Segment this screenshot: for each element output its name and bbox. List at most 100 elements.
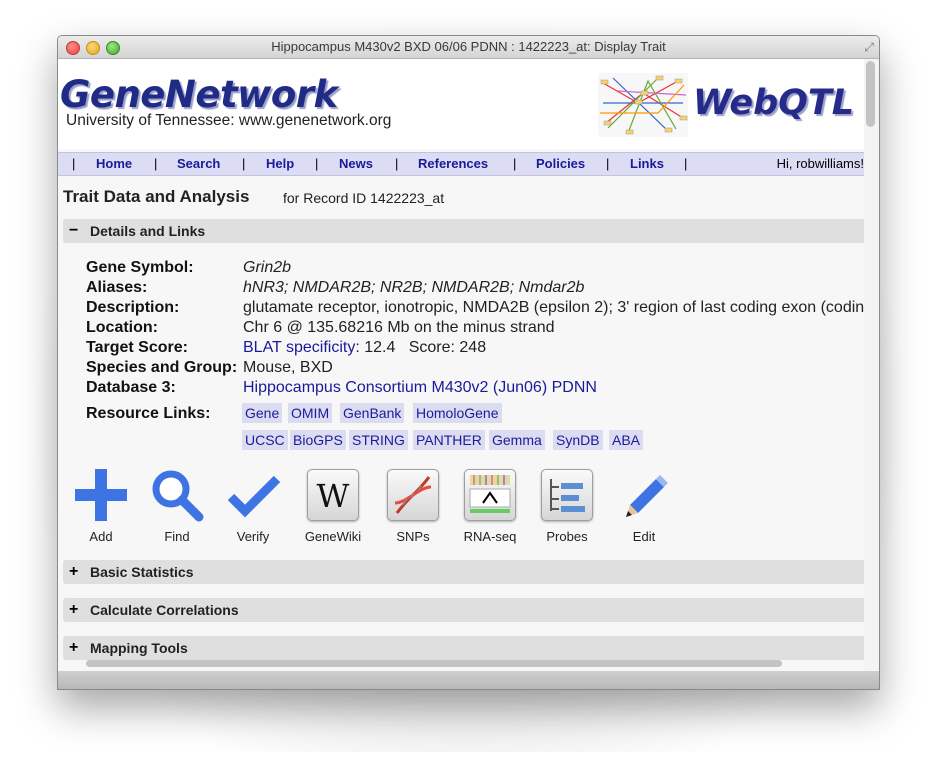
target-score-row: Target Score: BLAT specificity: 12.4 Sco…	[86, 339, 864, 359]
nav-policies[interactable]: Policies	[536, 156, 585, 171]
nav-separator: |	[684, 156, 688, 171]
aliases-value: hNR3; NMDAR2B; NR2B; NMDAR2B; Nmdar2b	[243, 279, 585, 296]
nav-news[interactable]: News	[339, 156, 373, 171]
svg-text:W: W	[317, 477, 350, 515]
nav-home[interactable]: Home	[96, 156, 132, 171]
find-label: Find	[164, 529, 190, 544]
fullscreen-icon[interactable]: ⤢	[864, 40, 874, 55]
add-label: Add	[89, 529, 113, 544]
user-greeting[interactable]: Hi, robwilliams!	[777, 156, 864, 171]
expand-icon: +	[69, 601, 79, 618]
section-label: Basic Statistics	[90, 564, 194, 580]
section-label: Mapping Tools	[90, 640, 188, 656]
nav-references[interactable]: References	[418, 156, 488, 171]
resource-link-gene[interactable]: Gene	[242, 403, 283, 423]
genewiki-tool[interactable]: W GeneWiki	[298, 467, 368, 544]
rnaseq-label: RNA-seq	[463, 529, 517, 544]
window-bottom-bar	[58, 671, 879, 689]
wikipedia-icon: W	[305, 467, 361, 523]
nav-bar: | Home | Search | Help | News | Referenc…	[58, 152, 864, 176]
window-title: Hippocampus M430v2 BXD 06/06 PDNN : 1422…	[271, 39, 666, 54]
location-value: Chr 6 @ 135.68216 Mb on the minus strand	[243, 319, 555, 336]
probes-tree-icon	[539, 467, 595, 523]
nav-separator: |	[72, 156, 76, 171]
resource-link-syndb[interactable]: SynDB	[553, 430, 603, 450]
species-row: Species and Group: Mouse, BXD	[86, 359, 864, 379]
section-calculate-correlations[interactable]: + Calculate Correlations	[63, 598, 864, 622]
page-subtitle: for Record ID 1422223_at	[283, 190, 445, 206]
genenetwork-logo[interactable]: GeneNetwork	[60, 73, 338, 116]
expand-icon: +	[69, 563, 79, 580]
nav-separator: |	[315, 156, 319, 171]
snps-tool[interactable]: SNPs	[378, 467, 448, 544]
find-tool[interactable]: Find	[142, 467, 212, 544]
aliases-row: Aliases: hNR3; NMDAR2B; NR2B; NMDAR2B; N…	[86, 279, 864, 299]
nav-search[interactable]: Search	[177, 156, 220, 171]
rnaseq-icon	[462, 467, 518, 523]
expand-icon: +	[69, 639, 79, 656]
description-value: glutamate receptor, ionotropic, NMDA2B (…	[243, 299, 864, 316]
resource-link-string[interactable]: STRING	[349, 430, 408, 450]
header-subtitle: University of Tennessee: www.genenetwork…	[66, 112, 392, 129]
resource-link-panther[interactable]: PANTHER	[413, 430, 485, 450]
resource-link-omim[interactable]: OMIM	[288, 403, 333, 423]
aliases-label: Aliases:	[86, 279, 148, 296]
section-label: Details and Links	[90, 223, 206, 239]
resource-link-genbank[interactable]: GenBank	[340, 403, 405, 423]
dna-helix-icon	[385, 467, 441, 523]
nav-separator: |	[154, 156, 158, 171]
resource-link-biogps[interactable]: BioGPS	[290, 430, 346, 450]
section-label: Calculate Correlations	[90, 602, 239, 618]
resource-links-label: Resource Links:	[86, 405, 211, 422]
pencil-icon	[616, 467, 672, 523]
species-label: Species and Group:	[86, 359, 238, 376]
probes-tool[interactable]: Probes	[532, 467, 602, 544]
browser-window: Hippocampus M430v2 BXD 06/06 PDNN : 1422…	[57, 35, 880, 690]
location-label: Location:	[86, 319, 158, 336]
checkmark-icon	[225, 467, 281, 523]
add-tool[interactable]: Add	[66, 467, 136, 544]
webqtl-logo[interactable]: WebQTL	[693, 83, 854, 123]
network-graph-image	[598, 73, 688, 137]
section-basic-statistics[interactable]: + Basic Statistics	[63, 560, 864, 584]
verify-tool[interactable]: Verify	[218, 467, 288, 544]
nav-links[interactable]: Links	[630, 156, 664, 171]
resource-link-homologene[interactable]: HomoloGene	[413, 403, 502, 423]
database-link[interactable]: Hippocampus Consortium M430v2 (Jun06) PD…	[243, 379, 597, 396]
title-bar[interactable]: Hippocampus M430v2 BXD 06/06 PDNN : 1422…	[58, 36, 879, 59]
resource-link-gemma[interactable]: Gemma	[489, 430, 545, 450]
page-content: GeneNetwork University of Tennessee: www…	[58, 59, 864, 671]
verify-label: Verify	[236, 529, 270, 544]
plus-icon	[73, 467, 129, 523]
nav-separator: |	[242, 156, 246, 171]
description-row: Description: glutamate receptor, ionotro…	[86, 299, 864, 319]
horizontal-scrollbar[interactable]	[86, 660, 782, 667]
target-score-text: : 12.4 Score: 248	[355, 339, 487, 356]
gene-symbol-label: Gene Symbol:	[86, 259, 194, 276]
probes-label: Probes	[546, 529, 588, 544]
section-details-and-links[interactable]: − Details and Links	[63, 219, 864, 243]
rnaseq-tool[interactable]: RNA-seq	[455, 467, 525, 544]
vertical-scrollbar[interactable]	[866, 61, 875, 127]
gene-symbol-value: Grin2b	[243, 259, 292, 276]
edit-label: Edit	[632, 529, 656, 544]
location-row: Location: Chr 6 @ 135.68216 Mb on the mi…	[86, 319, 864, 339]
blat-specificity-link[interactable]: BLAT specificity	[243, 339, 355, 356]
nav-separator: |	[606, 156, 610, 171]
resource-link-ucsc[interactable]: UCSC	[242, 430, 288, 450]
database-label: Database 3:	[86, 379, 176, 396]
genewiki-label: GeneWiki	[304, 529, 362, 544]
resource-link-aba[interactable]: ABA	[609, 430, 644, 450]
page-title: Trait Data and Analysis	[63, 187, 250, 206]
snps-label: SNPs	[396, 529, 430, 544]
species-value: Mouse, BXD	[243, 359, 333, 376]
description-label: Description:	[86, 299, 180, 316]
database-row: Database 3: Hippocampus Consortium M430v…	[86, 379, 864, 399]
target-score-value: BLAT specificity: 12.4 Score: 248	[243, 339, 486, 357]
edit-tool[interactable]: Edit	[609, 467, 679, 544]
site-header: GeneNetwork University of Tennessee: www…	[58, 59, 864, 149]
nav-separator: |	[513, 156, 517, 171]
nav-help[interactable]: Help	[266, 156, 294, 171]
nav-separator: |	[395, 156, 399, 171]
section-mapping-tools[interactable]: + Mapping Tools	[63, 636, 864, 660]
